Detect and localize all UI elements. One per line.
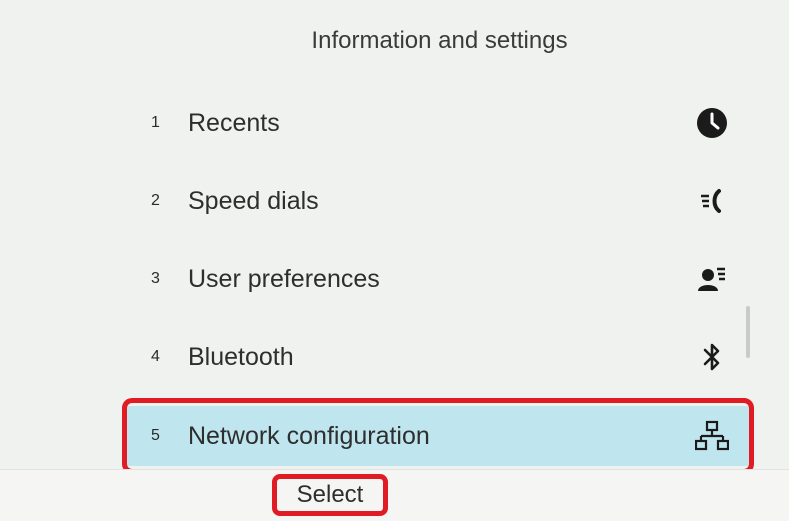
menu-item-number: 3 bbox=[151, 270, 160, 287]
scrollbar[interactable] bbox=[746, 306, 750, 358]
settings-menu: 1 Recents 2 Speed dials 3 User preferenc… bbox=[122, 84, 754, 474]
menu-item-network-configuration[interactable]: 5 Network configuration bbox=[122, 398, 754, 474]
menu-item-number: 1 bbox=[151, 114, 160, 131]
bluetooth-icon bbox=[684, 337, 740, 377]
menu-item-label: User preferences bbox=[188, 264, 380, 293]
page-title: Information and settings bbox=[311, 27, 568, 54]
select-softkey[interactable]: Select bbox=[272, 474, 388, 516]
phone-screen: Information and settings 1 Recents 2 Spe… bbox=[0, 0, 789, 521]
softkey-bar bbox=[0, 469, 789, 521]
menu-item-label: Speed dials bbox=[188, 186, 319, 215]
network-icon bbox=[684, 416, 740, 456]
speed-dial-icon bbox=[684, 181, 740, 221]
menu-item-number: 4 bbox=[151, 348, 160, 365]
menu-item-user-preferences[interactable]: 3 User preferences bbox=[124, 240, 750, 318]
menu-item-label: Recents bbox=[188, 108, 280, 137]
menu-item-bluetooth[interactable]: 4 Bluetooth bbox=[124, 318, 750, 396]
clock-icon bbox=[684, 103, 740, 143]
menu-item-label: Bluetooth bbox=[188, 342, 294, 371]
menu-item-number: 5 bbox=[151, 427, 160, 444]
menu-item-recents[interactable]: 1 Recents bbox=[124, 84, 750, 162]
menu-item-speed-dials[interactable]: 2 Speed dials bbox=[124, 162, 750, 240]
menu-item-label: Network configuration bbox=[188, 421, 430, 450]
user-preferences-icon bbox=[684, 259, 740, 299]
menu-item-number: 2 bbox=[151, 192, 160, 209]
